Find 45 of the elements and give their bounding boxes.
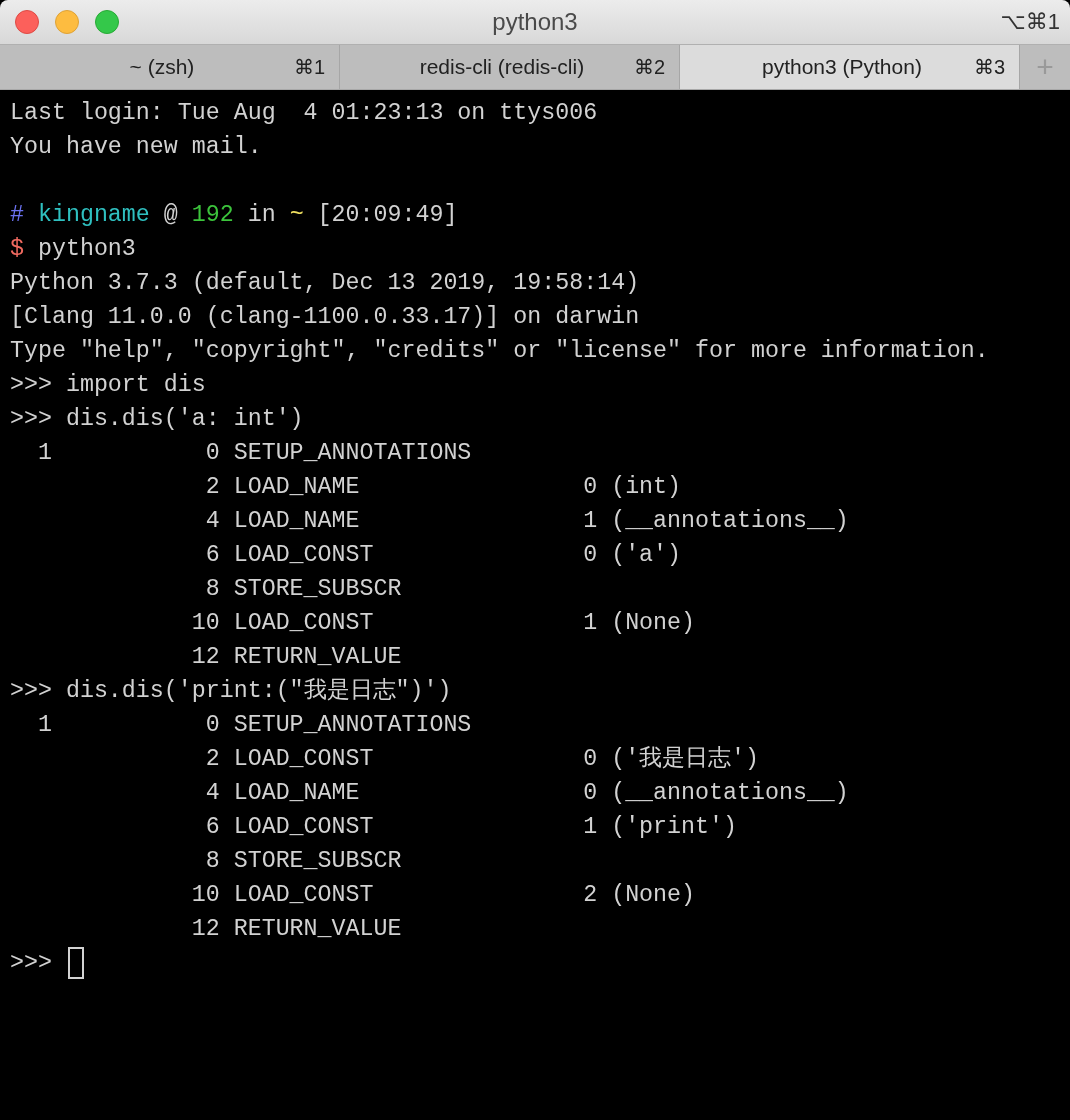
prompt-text: kingname — [36, 202, 150, 228]
tab-label: python3 (Python) — [760, 55, 923, 79]
minimize-button[interactable] — [55, 10, 79, 34]
window-title: python3 — [492, 8, 578, 36]
terminal-line: 10 LOAD_CONST 2 (None) — [190, 881, 697, 910]
terminal-line: 2 LOAD_CONST 0 ('我是日志') — [204, 745, 761, 774]
tab[interactable]: python3 (Python) ⌘3 — [680, 45, 1020, 89]
prompt-text: 192 — [191, 202, 234, 228]
tab-label: redis-cli (redis-cli) — [418, 55, 586, 79]
terminal-line: 6 LOAD_CONST 0 ('a') — [204, 541, 683, 570]
terminal-line: Python 3.7.3 (default, Dec 13 2019, 19:58:14) — [10, 269, 641, 298]
tab-shortcut: ⌘1 — [293, 55, 325, 79]
terminal-line: Type "help", "copyright", "credits" or "license" for more information. — [10, 337, 990, 366]
prompt-text: in — [246, 202, 277, 228]
terminal-line: 12 RETURN_VALUE — [190, 643, 403, 672]
terminal-line: 6 LOAD_CONST 1 ('print') — [204, 813, 738, 842]
terminal-line: 2 LOAD_NAME 0 (int) — [204, 473, 683, 502]
repl-prompt: >>> — [10, 950, 53, 976]
terminal-line: [Clang 11.0.0 (clang-1100.0.33.17)] on darwin — [10, 303, 641, 332]
terminal-line: 4 LOAD_NAME 0 (__annotations__) — [204, 779, 850, 808]
prompt-text: [20:09:49] — [316, 202, 458, 228]
terminal-line: >>> dis.dis('a: int') — [10, 405, 305, 434]
terminal-line: 10 LOAD_CONST 1 (None) — [190, 609, 697, 638]
tab-label: ~ (zsh) — [128, 55, 196, 79]
terminal-line: 4 LOAD_NAME 1 (__annotations__) — [204, 507, 850, 536]
tab-shortcut: ⌘3 — [973, 55, 1005, 79]
close-button[interactable] — [15, 10, 39, 34]
prompt-text: python3 — [36, 236, 136, 262]
zoom-button[interactable] — [95, 10, 119, 34]
terminal-line: 1 0 SETUP_ANNOTATIONS — [36, 439, 473, 468]
prompt-text: $ — [10, 236, 24, 262]
tab-shortcut: ⌘2 — [633, 55, 665, 79]
prompt-text: ~ — [289, 202, 304, 228]
tab[interactable]: ~ (zsh) ⌘1 — [0, 45, 340, 89]
terminal-line: >>> import dis — [10, 371, 207, 400]
window-shortcut: ⌥⌘1 — [1000, 9, 1061, 35]
terminal-line: Last login: Tue Aug 4 01:23:13 on ttys006 — [10, 99, 599, 128]
terminal-line: 8 STORE_SUBSCR — [204, 847, 403, 876]
terminal-line: >>> dis.dis('print:("我是日志")') — [10, 677, 453, 706]
terminal-line: 8 STORE_SUBSCR — [204, 575, 403, 604]
prompt-text: # — [10, 202, 24, 228]
terminal-line: You have new mail. — [10, 133, 263, 162]
terminal-line: 12 RETURN_VALUE — [190, 915, 403, 944]
terminal-line: 1 0 SETUP_ANNOTATIONS — [36, 711, 473, 740]
prompt-text: @ — [162, 202, 179, 228]
